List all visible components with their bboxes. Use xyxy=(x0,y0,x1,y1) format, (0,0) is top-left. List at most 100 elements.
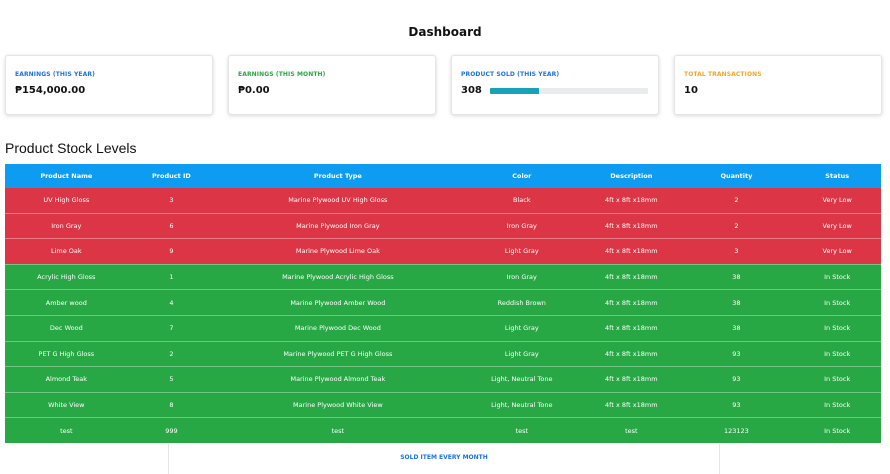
card-value: ₱154,000.00 xyxy=(15,85,86,96)
table-cell: Marine Plywood Acrylic High Gloss xyxy=(215,263,461,290)
table-cell: Iron Gray xyxy=(5,212,128,239)
sold-item-chart-card: SOLD ITEM EVERY MONTH xyxy=(168,444,720,474)
table-cell: Marine Plywood Dec Wood xyxy=(215,314,461,342)
stock-table-body: UV High Gloss 3 Marine Plywood UV High Glo… xyxy=(5,188,881,443)
table-cell: 8 xyxy=(127,391,216,418)
card-value: ₱0.00 xyxy=(238,85,270,96)
table-cell: 93 xyxy=(679,366,794,393)
table-cell: In Stock xyxy=(793,340,881,367)
table-cell: test xyxy=(583,417,680,443)
table-row: UV High Gloss 3 Marine Plywood UV High Glo… xyxy=(5,188,881,214)
table-cell: Marine Plywood White View xyxy=(215,391,461,418)
column-header: Color xyxy=(460,164,584,188)
table-cell: Marine Plywood PET G High Gloss xyxy=(215,340,461,367)
table-cell: 4ft x 8ft x18mm xyxy=(583,340,680,367)
table-cell: 38 xyxy=(679,289,794,316)
section-title: Product Stock Levels xyxy=(5,140,137,156)
table-cell: 38 xyxy=(679,263,794,290)
table-cell: 4ft x 8ft x18mm xyxy=(605,196,658,205)
table-cell: 5 xyxy=(127,366,216,393)
table-cell: Iron Gray xyxy=(460,263,584,290)
table-cell: 4ft x 8ft x18mm xyxy=(583,238,680,265)
card-label: EARNINGS (THIS YEAR) xyxy=(15,71,95,78)
table-cell: test xyxy=(460,417,584,443)
table-cell: Almond Teak xyxy=(5,366,128,393)
table-cell: In Stock xyxy=(793,366,881,393)
table-cell: 3 xyxy=(679,238,794,265)
column-header: Quantity xyxy=(679,164,794,188)
card-label: EARNINGS (THIS MONTH) xyxy=(238,71,326,78)
table-cell: Very Low xyxy=(793,238,881,265)
table-cell: test xyxy=(215,417,461,443)
table-row: Amber wood 4 Marine Plywood Amber Wood Redd… xyxy=(5,289,881,316)
table-cell: 93 xyxy=(679,340,794,367)
table-cell: Marine Plywood UV High Gloss xyxy=(288,196,388,205)
table-cell: Light Gray xyxy=(460,340,584,367)
table-cell: Marine Plywood Almond Teak xyxy=(215,366,461,393)
table-cell: In Stock xyxy=(793,417,881,443)
stock-table: Product Name Product ID Product Type Col… xyxy=(5,164,881,443)
table-cell: Light Gray xyxy=(460,314,584,342)
table-row: PET G High Gloss 2 Marine Plywood PET G Hi… xyxy=(5,340,881,367)
table-cell: Lime Oak xyxy=(5,238,128,265)
table-cell: 9 xyxy=(127,238,216,265)
table-cell: 4ft x 8ft x18mm xyxy=(583,263,680,290)
table-cell: 4ft x 8ft x18mm xyxy=(583,289,680,316)
table-row: test 999 test test test 123123 In Stock xyxy=(5,417,881,443)
table-cell: Very Low xyxy=(793,212,881,239)
table-row: Iron Gray 6 Marine Plywood Iron Gray Iron G… xyxy=(5,212,881,239)
table-cell: 4 xyxy=(127,289,216,316)
table-cell: Acrylic High Gloss xyxy=(5,263,128,290)
card-value: 308 xyxy=(461,85,482,96)
table-cell: Marine Plywood Lime Oak xyxy=(215,238,461,265)
table-cell: 4ft x 8ft x18mm xyxy=(583,391,680,418)
table-cell: Light Gray xyxy=(460,238,584,265)
table-cell: 4ft x 8ft x18mm xyxy=(583,212,680,239)
table-row: Dec Wood 7 Marine Plywood Dec Wood Light Gr… xyxy=(5,314,881,342)
table-row: White View 8 Marine Plywood White View Ligh… xyxy=(5,391,881,418)
table-cell: 2 xyxy=(734,196,739,205)
earnings-month-card: EARNINGS (THIS MONTH) ₱0.00 xyxy=(228,55,436,115)
table-cell: In Stock xyxy=(793,391,881,418)
table-cell: 38 xyxy=(679,314,794,342)
column-header: Description xyxy=(583,164,680,188)
table-cell: 123123 xyxy=(679,417,794,443)
table-header-row: Product Name Product ID Product Type Col… xyxy=(5,164,881,188)
table-cell: Light, Neutral Tone xyxy=(460,366,584,393)
table-cell: 4ft x 8ft x18mm xyxy=(583,314,680,342)
table-cell: 2 xyxy=(127,340,216,367)
table-cell: In Stock xyxy=(793,289,881,316)
column-header: Product ID xyxy=(127,164,216,188)
table-row: Acrylic High Gloss 1 Marine Plywood Acryli… xyxy=(5,263,881,290)
card-label: TOTAL TRANSACTIONS xyxy=(684,71,762,78)
table-cell: 7 xyxy=(127,314,216,342)
table-cell: Amber wood xyxy=(5,289,128,316)
table-cell: 2 xyxy=(679,212,794,239)
table-cell: Reddish Brown xyxy=(460,289,584,316)
table-cell: In Stock xyxy=(793,314,881,342)
card-value: 10 xyxy=(684,85,698,96)
column-header: Status xyxy=(793,164,881,188)
table-cell: 999 xyxy=(127,417,216,443)
table-cell: test xyxy=(5,417,128,443)
table-cell: Iron Gray xyxy=(460,212,584,239)
progress-bar xyxy=(490,88,648,94)
table-cell: 1 xyxy=(127,263,216,290)
column-header: Product Name xyxy=(5,164,128,188)
progress-fill xyxy=(490,88,539,94)
table-cell: In Stock xyxy=(793,263,881,290)
table-cell: Very Low xyxy=(822,196,852,205)
table-cell: 3 xyxy=(169,196,174,205)
table-cell: Marine Plywood Amber Wood xyxy=(215,289,461,316)
total-transactions-card: TOTAL TRANSACTIONS 10 xyxy=(674,55,882,115)
table-cell: Black xyxy=(513,196,531,205)
page-title: Dashboard xyxy=(408,25,482,39)
earnings-year-card: EARNINGS (THIS YEAR) ₱154,000.00 xyxy=(5,55,213,115)
table-cell: PET G High Gloss xyxy=(5,340,128,367)
table-row: Almond Teak 5 Marine Plywood Almond Teak Li… xyxy=(5,366,881,393)
table-cell: 93 xyxy=(679,391,794,418)
table-cell: Light, Neutral Tone xyxy=(460,391,584,418)
table-cell: 6 xyxy=(127,212,216,239)
table-cell: Marine Plywood Iron Gray xyxy=(215,212,461,239)
table-cell: White View xyxy=(5,391,128,418)
